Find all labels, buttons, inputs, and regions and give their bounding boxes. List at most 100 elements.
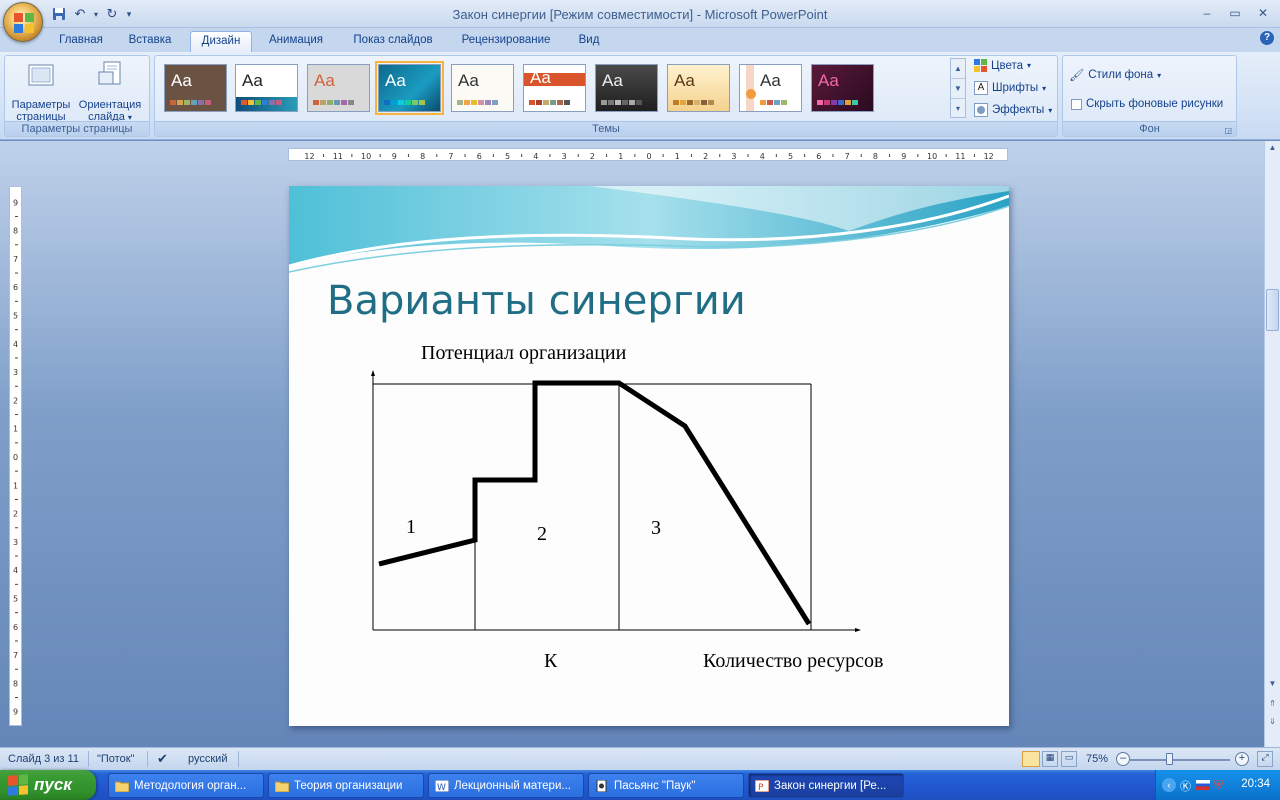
scroll-down-icon[interactable]: ▼ <box>951 79 965 99</box>
dropdown-arrow-icon: ▾ <box>1157 70 1162 80</box>
scroll-down-icon[interactable]: ▼ <box>1265 677 1280 691</box>
scroll-up-icon[interactable]: ▲ <box>1265 141 1280 155</box>
dialog-launcher-icon[interactable]: ◲ <box>1224 126 1232 135</box>
svg-text:11: 11 <box>955 152 965 161</box>
theme-thumbnail-9[interactable]: Aa <box>739 64 802 112</box>
svg-text:5: 5 <box>788 152 793 161</box>
close-icon[interactable]: ✕ <box>1250 3 1276 23</box>
theme-colors-button[interactable]: Цвета ▾ <box>974 59 1031 72</box>
gallery-more-icon[interactable]: ▾ <box>951 99 965 119</box>
theme-thumbnail-5[interactable]: Aa <box>451 64 514 112</box>
slideshow-view-icon[interactable]: ▭ <box>1061 751 1077 767</box>
horizontal-ruler[interactable]: 12 11 10 9 8 7 6 5 4 3 2 1 0 1 2 3 4 5 6 7 8 9 10 11 12 <box>288 148 1008 161</box>
tray-arrow-icon[interactable]: ‹ <box>1162 778 1176 792</box>
taskbar-item-spider-solitaire[interactable]: Пасьянс "Паук" <box>588 773 744 798</box>
scrollbar-thumb[interactable] <box>1266 289 1279 331</box>
tab-review[interactable]: Рецензирование <box>452 31 560 52</box>
svg-text:1: 1 <box>618 152 623 161</box>
taskbar: пуск Методология орган... Теория организ… <box>0 770 1280 800</box>
svg-text:8: 8 <box>420 152 425 161</box>
theme-thumbnail-2[interactable]: Aa <box>235 64 298 112</box>
help-icon[interactable]: ? <box>1260 31 1274 45</box>
page-setup-button[interactable]: Параметры страницы <box>7 60 75 123</box>
shield-icon[interactable]: ⛨ <box>1214 778 1223 793</box>
theme-thumbnail-7[interactable]: Aa <box>595 64 658 112</box>
language-flag-icon[interactable] <box>1196 780 1210 790</box>
antivirus-icon[interactable]: Ⓚ <box>1180 778 1191 794</box>
svg-text:0: 0 <box>647 152 652 161</box>
task-label: Закон синергии [Ре... <box>774 779 887 792</box>
maximize-icon[interactable]: ▭ <box>1222 3 1248 23</box>
svg-text:4: 4 <box>13 566 18 575</box>
vertical-ruler[interactable]: 9 8 7 6 5 4 3 2 1 0 1 2 3 4 5 6 7 8 9 <box>9 186 22 726</box>
theme-thumbnail-4-flow[interactable]: Aa <box>375 61 444 115</box>
theme-swatches <box>673 100 714 105</box>
background-styles-button[interactable]: 🖌 Стили фона ▾ <box>1069 68 1161 82</box>
ruler-ticks: 12 11 10 9 8 7 6 5 4 3 2 1 0 1 2 3 4 5 6 7 8 9 10 11 12 <box>304 152 993 161</box>
background-group-label: Фон <box>1063 121 1236 136</box>
taskbar-item-folder-methodology[interactable]: Методология орган... <box>108 773 264 798</box>
taskbar-item-word-lectures[interactable]: W Лекционный матери... <box>428 773 584 798</box>
svg-text:1: 1 <box>13 425 18 434</box>
hide-background-checkbox[interactable]: Скрыть фоновые рисунки <box>1071 98 1223 110</box>
svg-text:2: 2 <box>13 396 18 405</box>
zoom-in-icon[interactable]: + <box>1235 752 1249 766</box>
system-tray: ‹ Ⓚ ⛨ 20:34 <box>1155 770 1280 800</box>
taskbar-item-powerpoint[interactable]: P Закон синергии [Ре... <box>748 773 904 798</box>
start-button[interactable]: пуск <box>0 770 96 800</box>
tab-design[interactable]: Дизайн <box>190 31 252 52</box>
task-label: Пасьянс "Паук" <box>614 779 696 792</box>
minimize-icon[interactable]: – <box>1194 3 1220 23</box>
theme-thumbnail-3[interactable]: Aa <box>307 64 370 112</box>
svg-text:1: 1 <box>13 481 18 490</box>
divider <box>88 751 89 767</box>
theme-gallery-scroll[interactable]: ▲ ▼ ▾ <box>950 58 966 118</box>
orientation-button[interactable]: Ориентация слайда ▾ <box>75 60 145 124</box>
fit-to-window-icon[interactable]: ⤢ <box>1257 751 1273 767</box>
page-setup-group-label: Параметры страницы <box>5 121 149 136</box>
spellcheck-icon[interactable]: ✔ <box>157 751 168 767</box>
svg-text:11: 11 <box>333 152 343 161</box>
svg-text:0: 0 <box>13 453 18 462</box>
tab-animation[interactable]: Анимация <box>260 31 332 52</box>
theme-thumbnail-10[interactable]: Aa <box>811 64 874 112</box>
word-document-icon: W <box>435 779 449 792</box>
zoom-slider[interactable] <box>1130 759 1230 761</box>
theme-sample-text: Aa <box>530 68 551 87</box>
tab-slideshow[interactable]: Показ слайдов <box>342 31 444 52</box>
vertical-scrollbar[interactable]: ▲ ▼ ⇑ ⇓ <box>1264 141 1280 747</box>
theme-fonts-button[interactable]: A Шрифты ▾ <box>974 81 1046 95</box>
tab-home[interactable]: Главная <box>50 31 112 52</box>
theme-effects-button[interactable]: Эффекты ▾ <box>974 103 1052 117</box>
next-slide-icon[interactable]: ⇓ <box>1265 715 1280 729</box>
theme-thumbnail-1[interactable]: Aa <box>164 64 227 112</box>
svg-text:3: 3 <box>731 152 736 161</box>
theme-sample-text: Aa <box>674 71 695 90</box>
task-label: Лекционный матери... <box>454 779 571 792</box>
zoom-slider-thumb[interactable] <box>1166 753 1173 765</box>
svg-text:9: 9 <box>13 198 18 207</box>
theme-thumbnail-6[interactable]: Aa <box>523 64 586 112</box>
divider <box>147 751 148 767</box>
tab-view[interactable]: Вид <box>568 31 610 52</box>
checkbox-icon[interactable] <box>1071 98 1082 110</box>
taskbar-item-folder-theory[interactable]: Теория организации <box>268 773 424 798</box>
slide-sorter-icon[interactable]: ▦ <box>1042 751 1058 767</box>
zoom-out-icon[interactable]: – <box>1116 752 1130 766</box>
tab-insert[interactable]: Вставка <box>118 31 182 52</box>
synergy-curve <box>378 380 812 626</box>
effects-label: Эффекты <box>992 104 1045 116</box>
office-button[interactable] <box>3 2 43 42</box>
scroll-up-icon[interactable]: ▲ <box>951 59 965 79</box>
slide-canvas[interactable]: Варианты синергии Потенциал организации … <box>289 186 1009 726</box>
previous-slide-icon[interactable]: ⇑ <box>1265 697 1280 711</box>
svg-text:P: P <box>758 783 764 792</box>
language-indicator[interactable]: русский <box>188 753 227 765</box>
theme-thumbnail-8[interactable]: Aa <box>667 64 730 112</box>
zoom-level[interactable]: 75% <box>1086 753 1108 765</box>
windows-logo-icon <box>8 774 28 796</box>
theme-swatches <box>313 100 354 105</box>
theme-swatches <box>241 100 282 105</box>
normal-view-icon[interactable] <box>1022 751 1040 767</box>
theme-sample-text: Aa <box>314 71 335 90</box>
